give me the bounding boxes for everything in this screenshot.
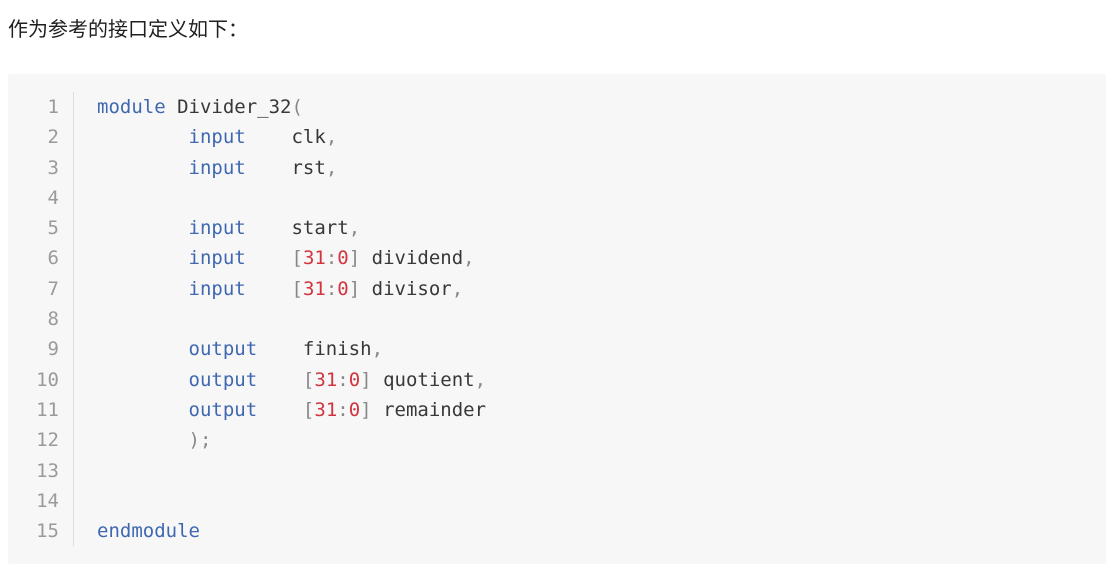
- line-number: 5: [47, 217, 59, 240]
- keyword: output: [188, 398, 258, 421]
- signal-name: dividend: [371, 247, 464, 270]
- signal-name: start: [291, 217, 349, 240]
- code-line: module Divider_32(: [97, 92, 1096, 122]
- module-name: Divider_32: [177, 96, 292, 118]
- signal-name: quotient: [383, 368, 475, 391]
- number: 0: [348, 398, 361, 421]
- bracket: [: [302, 398, 315, 421]
- line-number: 1: [47, 96, 59, 118]
- signal-name: rst: [291, 156, 326, 179]
- code-line: endmodule: [97, 516, 1096, 546]
- bracket: ]: [360, 398, 372, 421]
- punctuation: ,: [451, 277, 464, 300]
- keyword: input: [188, 277, 246, 300]
- code-line: input [31:0] divisor,: [97, 274, 1096, 304]
- bracket: [: [302, 368, 315, 391]
- number: 0: [348, 368, 361, 391]
- line-number: 14: [36, 489, 59, 512]
- code-line: );: [97, 425, 1096, 455]
- punctuation: (: [291, 96, 303, 118]
- signal-name: divisor: [371, 277, 452, 300]
- colon: :: [325, 247, 338, 270]
- number: 31: [314, 368, 338, 391]
- signal-name: clk: [291, 126, 326, 149]
- punctuation: );: [188, 429, 212, 452]
- keyword: output: [188, 338, 258, 361]
- code-block: 1 2 3 4 5 6 7 8 9 10 11 12 13 14 15 modu…: [8, 74, 1106, 564]
- line-number: 13: [36, 459, 59, 482]
- code-line: output [31:0] quotient,: [97, 365, 1096, 395]
- code-line: output finish,: [97, 334, 1096, 364]
- line-number: 8: [47, 308, 59, 331]
- punctuation: ,: [463, 247, 475, 270]
- number: 0: [337, 277, 349, 300]
- punctuation: ,: [325, 126, 338, 149]
- signal-name: finish: [302, 338, 372, 361]
- punctuation: ,: [474, 368, 487, 391]
- keyword: input: [188, 126, 246, 149]
- bracket: ]: [348, 277, 361, 300]
- line-number: 2: [47, 126, 59, 149]
- number: 0: [337, 247, 349, 270]
- line-number: 4: [47, 186, 59, 209]
- line-number: 12: [36, 429, 59, 452]
- punctuation: ,: [348, 217, 361, 240]
- punctuation: ,: [325, 156, 338, 179]
- keyword: module: [97, 96, 166, 118]
- keyword: endmodule: [97, 520, 200, 543]
- keyword: input: [188, 156, 246, 179]
- number: 31: [302, 247, 326, 270]
- line-number-gutter: 1 2 3 4 5 6 7 8 9 10 11 12 13 14 15: [8, 92, 74, 547]
- keyword: output: [188, 368, 258, 391]
- number: 31: [314, 398, 338, 421]
- code-line: input [31:0] dividend,: [97, 243, 1096, 273]
- line-number: 3: [47, 156, 59, 179]
- line-number: 10: [36, 368, 59, 391]
- colon: :: [337, 368, 349, 391]
- bracket: ]: [360, 368, 372, 391]
- line-number: 7: [47, 277, 59, 300]
- signal-name: remainder: [383, 398, 487, 421]
- colon: :: [325, 277, 338, 300]
- bracket: [: [291, 247, 303, 270]
- line-number: 6: [47, 247, 59, 270]
- keyword: input: [188, 247, 246, 270]
- intro-text: 作为参考的接口定义如下：: [8, 17, 248, 41]
- punctuation: ,: [371, 338, 384, 361]
- bracket: [: [291, 277, 303, 300]
- code-line: input start,: [97, 213, 1096, 243]
- code-line: output [31:0] remainder: [97, 395, 1096, 425]
- bracket: ]: [348, 247, 361, 270]
- code-line: input rst,: [97, 153, 1096, 183]
- code-line: input clk,: [97, 122, 1096, 152]
- line-number: 11: [36, 398, 59, 421]
- line-number: 15: [36, 520, 59, 543]
- keyword: input: [188, 217, 246, 240]
- line-number: 9: [47, 338, 59, 361]
- colon: :: [337, 398, 349, 421]
- code-text: module Divider_32( input clk, input rst,…: [97, 92, 1096, 546]
- number: 31: [302, 277, 326, 300]
